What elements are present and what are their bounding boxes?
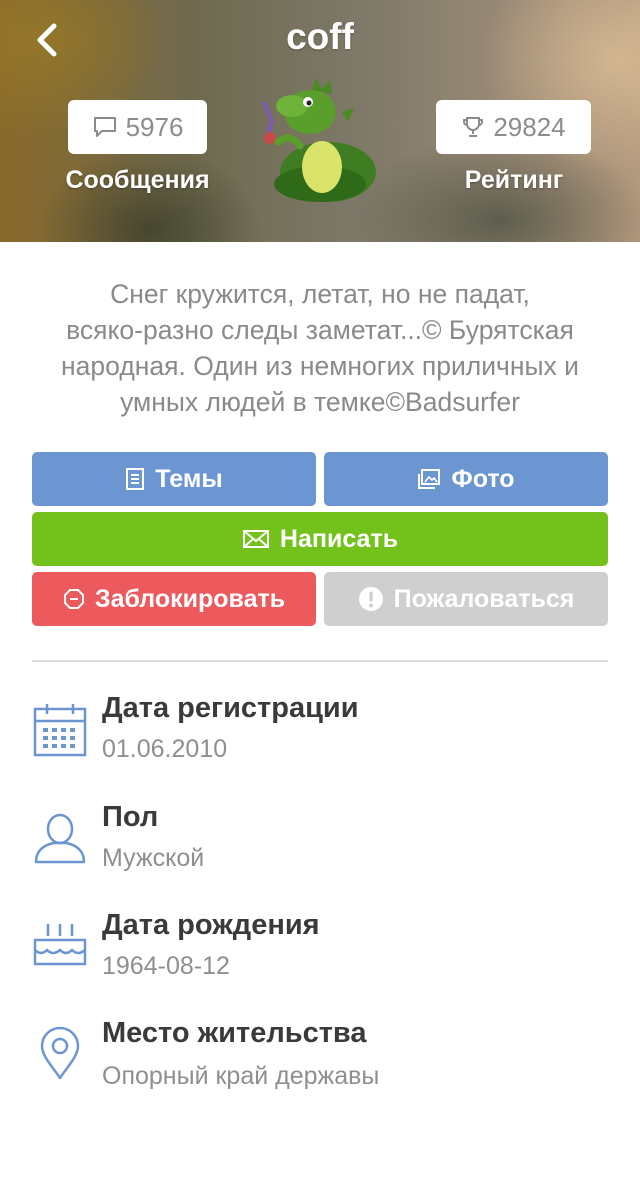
- document-icon: [126, 468, 145, 490]
- report-button[interactable]: Пожаловаться: [324, 572, 608, 626]
- exclamation-circle-icon: [358, 587, 383, 611]
- avatar: [250, 72, 385, 212]
- messages-count-button[interactable]: 5976: [68, 100, 207, 154]
- birthday-title: Дата рождения: [102, 909, 320, 941]
- report-label: Пожаловаться: [393, 584, 575, 613]
- registration-date-value: 01.06.2010: [102, 735, 228, 763]
- registration-date-title: Дата регистрации: [102, 692, 359, 724]
- location-pin-icon: [40, 1026, 80, 1080]
- page-title: coff: [286, 16, 354, 57]
- messages-label: Сообщения: [65, 166, 210, 194]
- bio-line: умных людей в темке©Badsurfer: [120, 387, 520, 417]
- bio-line: всяко-разно следы заметат...© Бурятская: [66, 315, 574, 345]
- topics-label: Темы: [155, 464, 223, 493]
- write-message-button[interactable]: Написать: [32, 512, 608, 566]
- envelope-icon: [242, 530, 269, 548]
- block-label: Заблокировать: [94, 584, 286, 613]
- rating-label: Рейтинг: [464, 166, 564, 194]
- divider: [32, 660, 608, 662]
- bio-line: народная. Один из немногих приличных и: [61, 351, 579, 381]
- chat-bubble-icon: [93, 117, 116, 137]
- profile-header: coff 5976 Сообщения 29824 Рейтинг: [0, 0, 640, 242]
- octagon-block-icon: [63, 589, 84, 609]
- bio-line: Снег кружится, летат, но не падат,: [110, 279, 530, 309]
- gender-value: Мужской: [102, 844, 205, 872]
- write-label: Написать: [279, 524, 399, 553]
- cake-icon: [33, 924, 87, 966]
- gender-title: Пол: [102, 801, 159, 833]
- photo-button[interactable]: Фото: [324, 452, 608, 506]
- person-icon: [34, 813, 86, 864]
- profile-bio: Снег кружится, летат, но не падат, всяко…: [40, 276, 600, 420]
- topics-button[interactable]: Темы: [32, 452, 316, 506]
- birthday-value: 1964-08-12: [102, 952, 230, 980]
- block-user-button[interactable]: Заблокировать: [32, 572, 316, 626]
- location-value: Опорный край державы: [102, 1062, 380, 1090]
- trophy-icon: [463, 117, 484, 137]
- image-icon: [418, 469, 441, 489]
- rating-count: 29824: [493, 111, 566, 142]
- location-title: Место жительства: [102, 1017, 367, 1049]
- rating-count-button[interactable]: 29824: [436, 100, 591, 154]
- calendar-icon: [33, 704, 87, 757]
- photo-label: Фото: [451, 464, 515, 493]
- messages-count: 5976: [125, 111, 184, 142]
